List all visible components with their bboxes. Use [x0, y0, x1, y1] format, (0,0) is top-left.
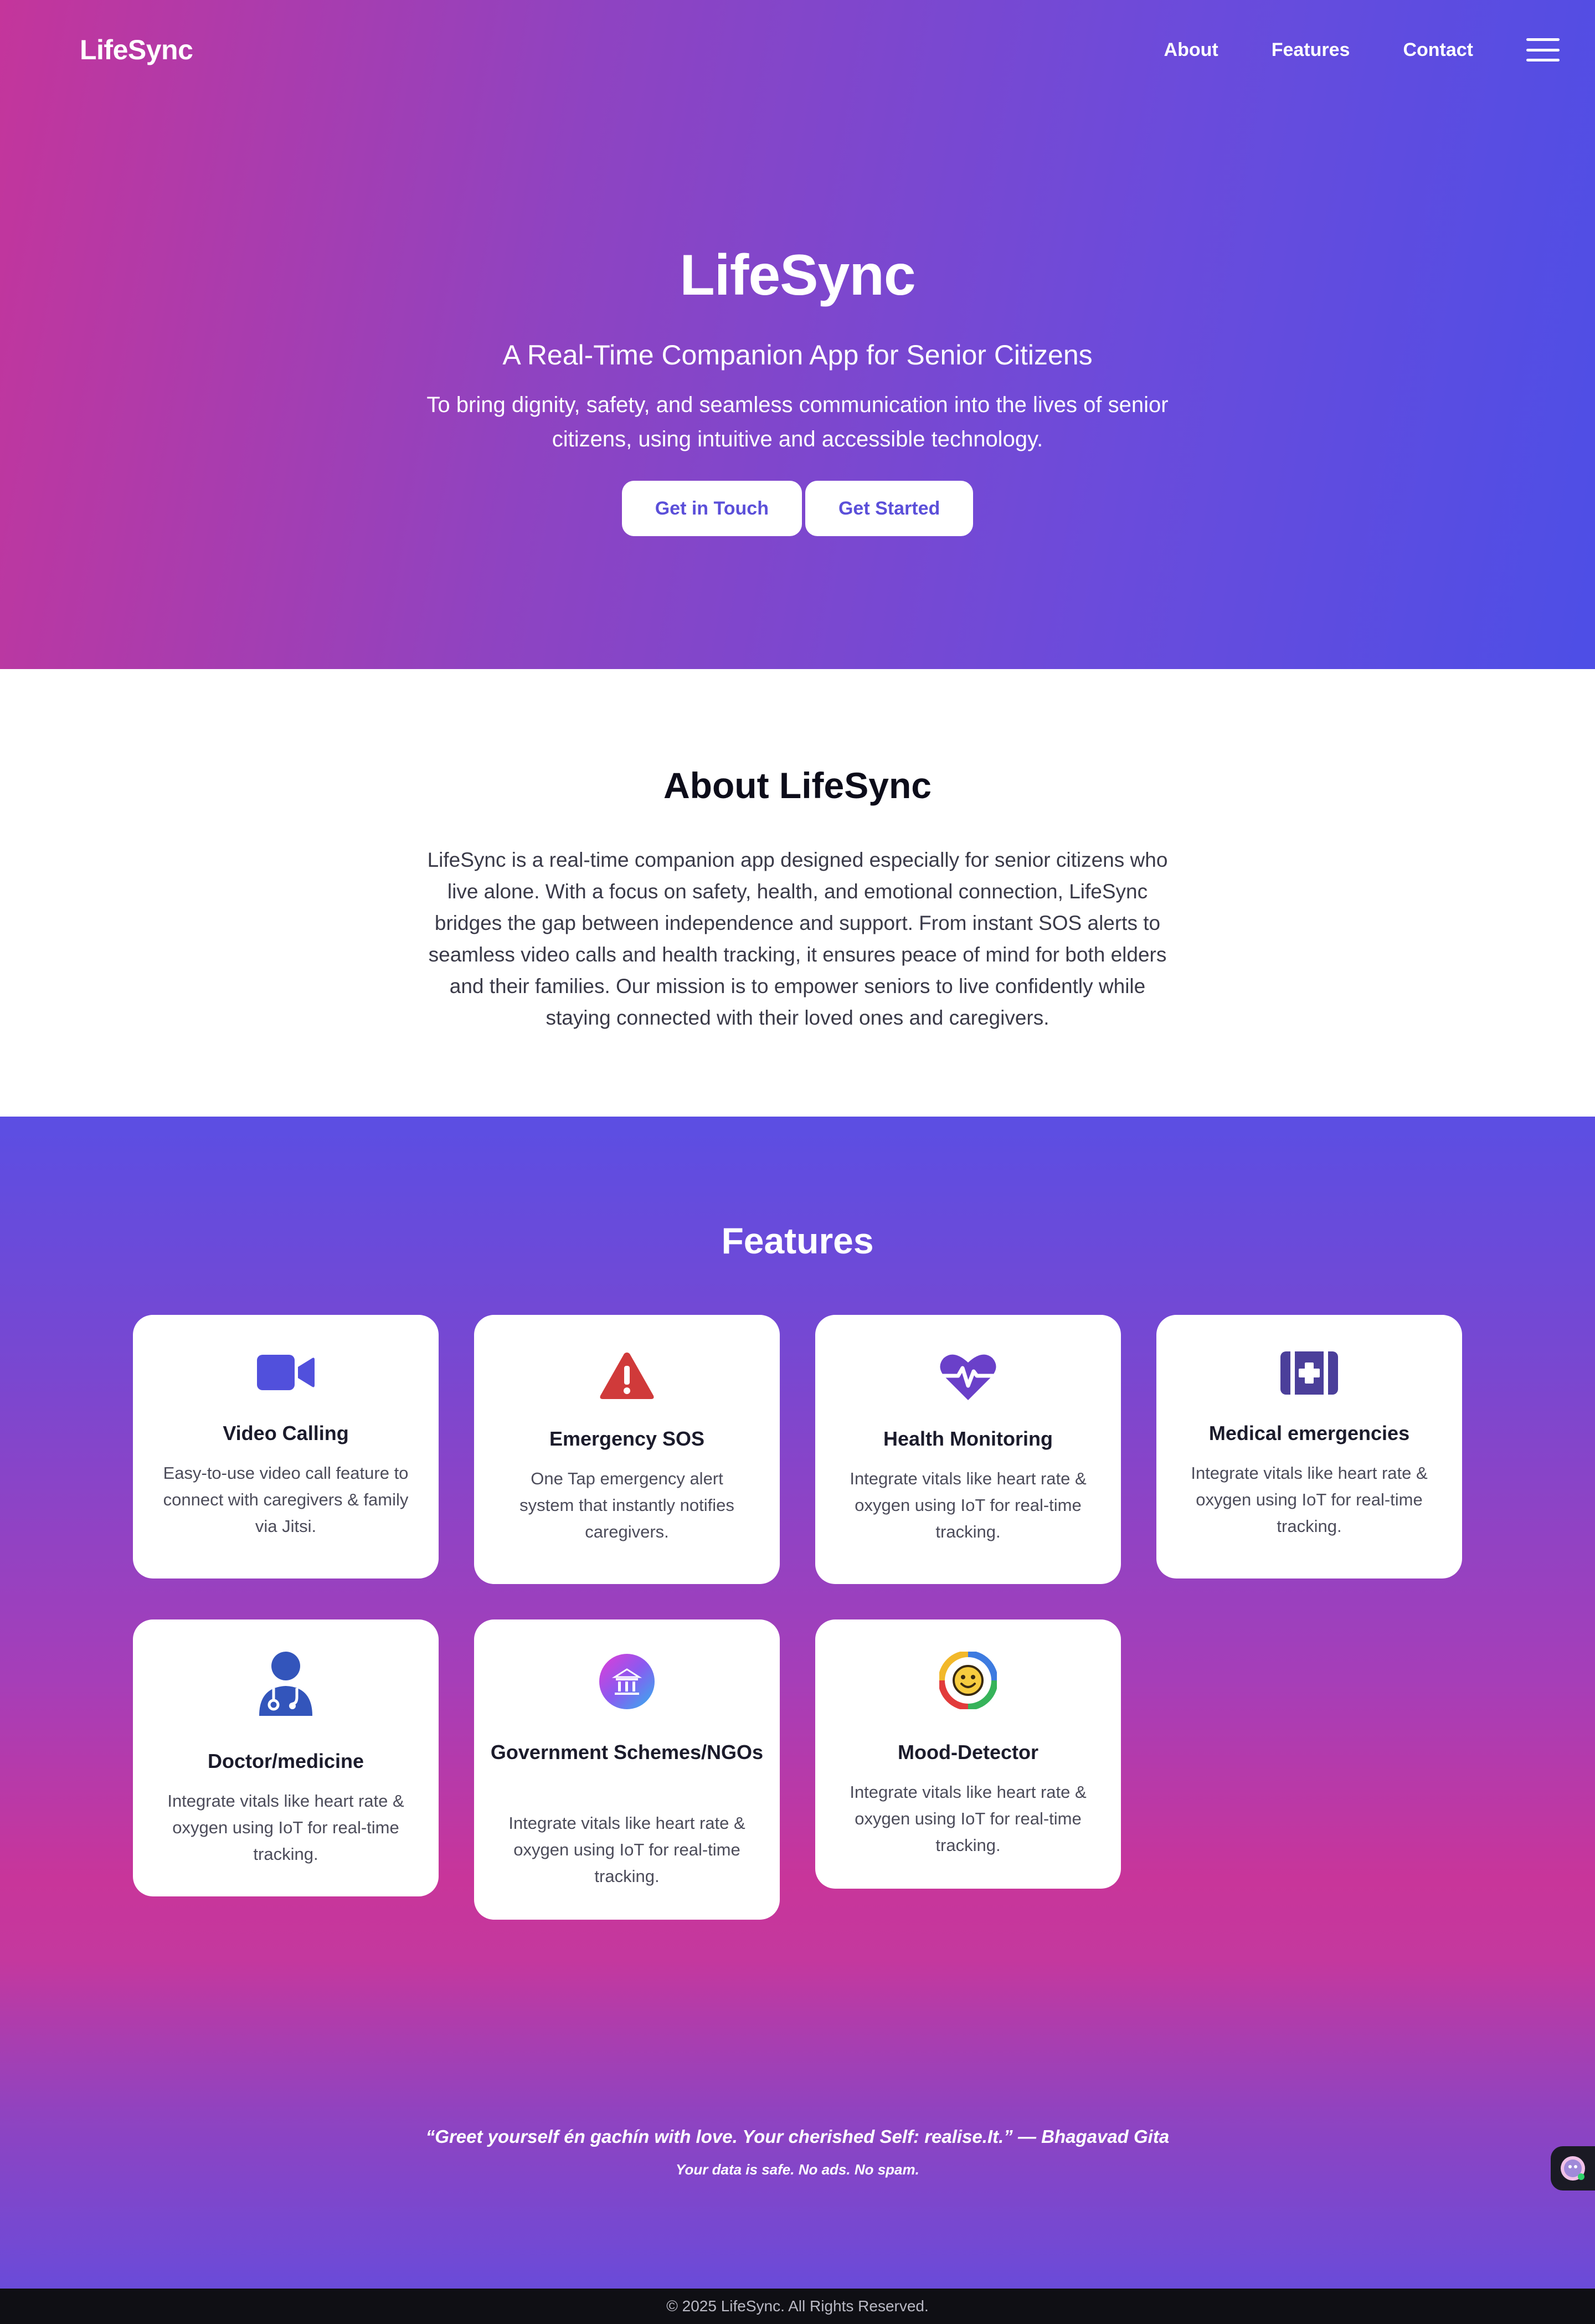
government-building-icon: [474, 1653, 780, 1710]
features-heading: Features: [721, 1220, 874, 1261]
medical-kit-icon: [1156, 1350, 1462, 1396]
hero-actions: Get in Touch Get Started: [0, 481, 1595, 536]
feature-card-doctor-medicine[interactable]: Doctor/medicine Integrate vitals like he…: [133, 1619, 439, 1896]
quote-text: “Greet yourself én gachín with love. You…: [425, 2126, 1170, 2147]
mood-face-icon: [815, 1652, 1121, 1709]
video-camera-icon: [133, 1353, 439, 1392]
nav-links: About Features Contact: [1164, 38, 1560, 61]
about-body: LifeSync is a real-time companion app de…: [427, 849, 1168, 1029]
heart-pulse-icon: [815, 1351, 1121, 1402]
about-section: About LifeSync LifeSync is a real-time c…: [0, 669, 1595, 1117]
hero-tagline: A Real-Time Companion App for Senior Cit…: [502, 340, 1093, 371]
feature-card-text: Integrate vitals like heart rate & oxyge…: [850, 1782, 1087, 1855]
feature-card-text: Integrate vitals like heart rate & oxyge…: [508, 1813, 745, 1886]
doctor-icon: [133, 1651, 439, 1717]
feature-card-title: Health Monitoring: [883, 1427, 1053, 1450]
privacy-note: Your data is safe. No ads. No spam.: [676, 2161, 919, 2178]
feature-card-title: Doctor/medicine: [207, 1750, 364, 1772]
feature-card-government-schemes[interactable]: Government Schemes/NGOs Integrate vitals…: [474, 1619, 780, 1920]
assistant-avatar-icon: [1561, 2156, 1585, 2181]
feature-card-title: Mood-Detector: [898, 1741, 1038, 1763]
feature-card-title: Government Schemes/NGOs: [490, 1741, 764, 1763]
hero-section: LifeSync About Features Contact LifeSync…: [0, 0, 1595, 669]
get-in-touch-button[interactable]: Get in Touch: [621, 481, 802, 536]
hero-description: To bring dignity, safety, and seamless c…: [426, 393, 1169, 451]
feature-card-title: Medical emergencies: [1208, 1422, 1410, 1444]
feature-card-title: Emergency SOS: [549, 1427, 705, 1450]
feature-card-text: Integrate vitals like heart rate & oxyge…: [167, 1791, 404, 1864]
feature-card-video-calling[interactable]: Video Calling Easy-to-use video call fea…: [133, 1315, 439, 1579]
nav-link-about[interactable]: About: [1164, 39, 1218, 61]
feature-card-text: One Tap emergency alert system that inst…: [519, 1469, 734, 1541]
brand-logo[interactable]: LifeSync: [80, 34, 193, 66]
feature-card-text: Easy-to-use video call feature to connec…: [163, 1463, 409, 1536]
feature-card-title: Video Calling: [223, 1422, 349, 1444]
get-started-button[interactable]: Get Started: [805, 481, 974, 536]
footer: © 2025 LifeSync. All Rights Reserved.: [0, 2289, 1595, 2324]
feature-card-mood-detector[interactable]: Mood-Detector Integrate vitals like hear…: [815, 1619, 1121, 1889]
feature-card-text: Integrate vitals like heart rate & oxyge…: [1191, 1463, 1428, 1536]
warning-triangle-icon: [474, 1350, 780, 1401]
feature-card-medical-emergencies[interactable]: Medical emergencies Integrate vitals lik…: [1156, 1315, 1462, 1579]
floating-assistant-button[interactable]: [1551, 2146, 1595, 2191]
top-nav: LifeSync About Features Contact: [0, 0, 1595, 100]
features-section: Features Video Calling Easy-to-use video…: [0, 1117, 1595, 2289]
feature-card-health-monitoring[interactable]: Health Monitoring Integrate vitals like …: [815, 1315, 1121, 1584]
feature-card-text: Integrate vitals like heart rate & oxyge…: [850, 1469, 1087, 1541]
copyright-text: © 2025 LifeSync. All Rights Reserved.: [666, 2297, 929, 2315]
hero-title: LifeSync: [680, 243, 915, 307]
hamburger-menu-icon[interactable]: [1526, 38, 1560, 61]
about-heading: About LifeSync: [663, 765, 932, 806]
nav-link-contact[interactable]: Contact: [1403, 39, 1473, 61]
nav-link-features[interactable]: Features: [1272, 39, 1350, 61]
feature-card-emergency-sos[interactable]: Emergency SOS One Tap emergency alert sy…: [474, 1315, 780, 1584]
